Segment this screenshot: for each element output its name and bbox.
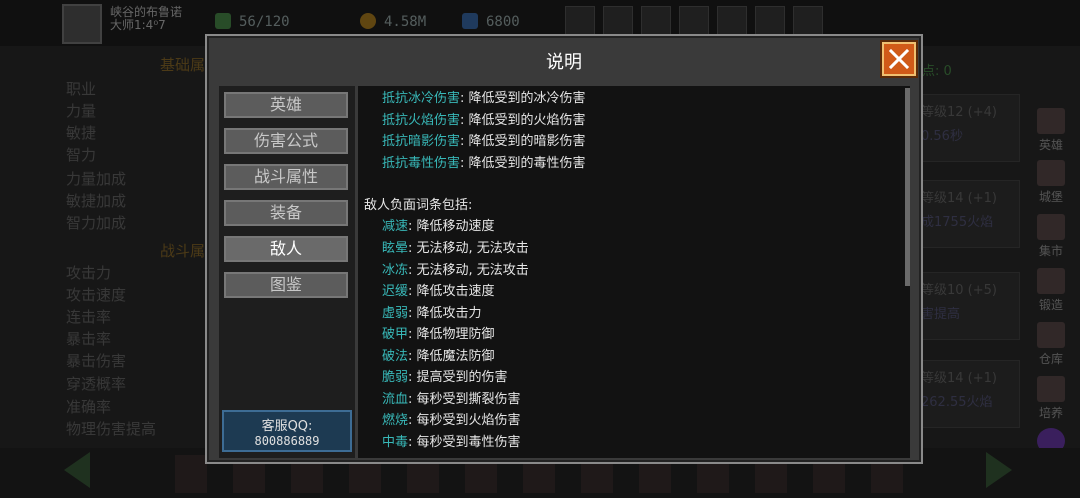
description-content[interactable]: 抵抗冰冷伤害: 降低受到的冰冷伤害 抵抗火焰伤害: 降低受到的火焰伤害 抵抗暗影… bbox=[358, 86, 910, 458]
debuff-line: 中毒: 每秒受到毒性伤害 bbox=[382, 435, 521, 450]
help-modal: 说明 英雄 伤害公式 战斗属性 装备 敌人 图鉴 客服QQ: 800886889… bbox=[205, 34, 923, 464]
close-icon bbox=[889, 49, 909, 69]
debuff-line: 流血: 每秒受到撕裂伤害 bbox=[382, 392, 521, 407]
resist-line: 抵抗火焰伤害: 降低受到的火焰伤害 bbox=[382, 113, 586, 128]
tab-battle-attributes[interactable]: 战斗属性 bbox=[224, 164, 348, 190]
close-button[interactable] bbox=[882, 42, 916, 76]
support-number: 800886889 bbox=[254, 434, 320, 448]
modal-title: 说明 bbox=[546, 52, 582, 73]
tab-enemy[interactable]: 敌人 bbox=[224, 236, 348, 262]
resist-line: 抵抗毒性伤害: 降低受到的毒性伤害 bbox=[382, 156, 586, 171]
debuff-line: 冰冻: 无法移动, 无法攻击 bbox=[382, 263, 529, 278]
tab-list: 英雄 伤害公式 战斗属性 装备 敌人 图鉴 客服QQ: 800886889 bbox=[219, 86, 355, 458]
debuff-line: 减速: 降低移动速度 bbox=[382, 219, 495, 234]
debuff-line: 眩晕: 无法移动, 无法攻击 bbox=[382, 241, 529, 256]
support-qq-button[interactable]: 客服QQ: 800886889 bbox=[222, 410, 352, 452]
debuff-line: 破法: 降低魔法防御 bbox=[382, 349, 495, 364]
debuff-line: 破甲: 降低物理防御 bbox=[382, 327, 495, 342]
debuff-line: 脆弱: 提高受到的伤害 bbox=[382, 370, 508, 385]
debuff-line: 虚弱: 降低攻击力 bbox=[382, 306, 482, 321]
debuff-line: 迟缓: 降低攻击速度 bbox=[382, 284, 495, 299]
resist-line: 抵抗暗影伤害: 降低受到的暗影伤害 bbox=[382, 134, 586, 149]
tab-damage-formula[interactable]: 伤害公式 bbox=[224, 128, 348, 154]
debuff-line: 燃烧: 每秒受到火焰伤害 bbox=[382, 413, 521, 428]
resist-line: 抵抗冰冷伤害: 降低受到的冰冷伤害 bbox=[382, 91, 586, 106]
tab-hero[interactable]: 英雄 bbox=[224, 92, 348, 118]
tab-equipment[interactable]: 装备 bbox=[224, 200, 348, 226]
debuff-heading: 敌人负面词条包括: bbox=[364, 198, 473, 213]
support-label: 客服QQ: bbox=[261, 419, 313, 434]
tab-codex[interactable]: 图鉴 bbox=[224, 272, 348, 298]
content-scrollbar[interactable] bbox=[905, 88, 910, 286]
